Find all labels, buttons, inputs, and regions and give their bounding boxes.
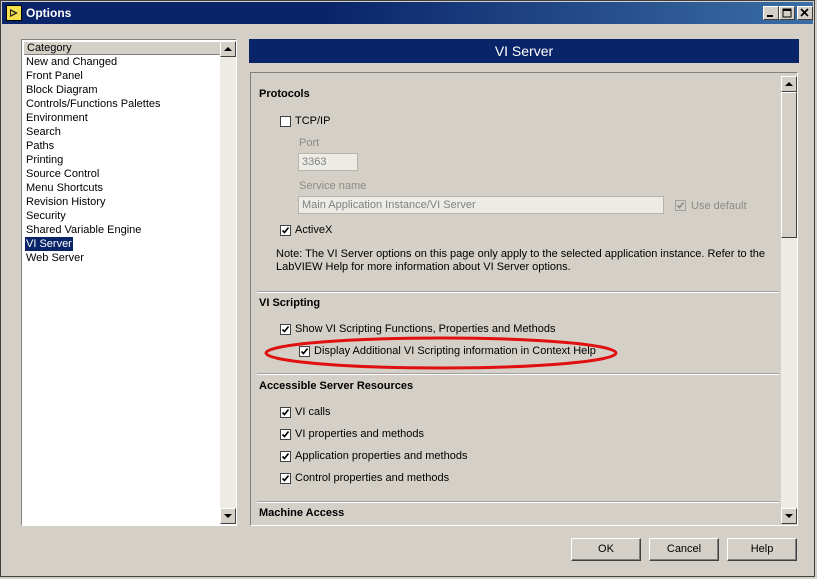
close-button[interactable] <box>797 6 813 20</box>
section-divider <box>257 373 779 375</box>
category-item-front-panel[interactable]: Front Panel <box>26 69 83 83</box>
vi-scripting-section-title: VI Scripting <box>259 297 321 309</box>
activex-label: ActiveX <box>295 224 333 236</box>
category-item-new-and-changed[interactable]: New and Changed <box>26 55 117 69</box>
options-window: Options Category New and Changed Front P… <box>0 0 815 577</box>
section-divider <box>257 291 779 293</box>
application-properties-label: Application properties and methods <box>295 450 468 462</box>
category-item-vi-server[interactable]: VI Server <box>25 237 73 251</box>
port-label: Port <box>299 137 320 149</box>
activex-checkbox[interactable] <box>280 225 291 236</box>
control-properties-label: Control properties and methods <box>295 472 450 484</box>
category-item-security[interactable]: Security <box>26 209 66 223</box>
category-item-printing[interactable]: Printing <box>26 153 63 167</box>
port-field[interactable]: 3363 <box>298 153 358 171</box>
settings-scrollbar[interactable] <box>781 76 797 524</box>
application-properties-checkbox[interactable] <box>280 451 291 462</box>
tcpip-checkbox[interactable] <box>280 116 291 127</box>
minimize-button[interactable] <box>763 6 779 20</box>
maximize-button[interactable] <box>779 6 795 20</box>
scroll-thumb[interactable] <box>781 92 797 238</box>
category-header: Category <box>24 42 221 55</box>
help-button[interactable]: Help <box>727 538 797 561</box>
display-scripting-info-label: Display Additional VI Scripting informat… <box>314 345 596 357</box>
scroll-up-button[interactable] <box>781 76 797 92</box>
use-default-label: Use default <box>691 200 747 212</box>
scroll-down-button[interactable] <box>781 508 797 524</box>
vi-server-note: Note: The VI Server options on this page… <box>276 248 765 273</box>
category-item-controls-functions-palettes[interactable]: Controls/Functions Palettes <box>26 97 161 111</box>
tcpip-label: TCP/IP <box>295 115 331 127</box>
category-item-web-server[interactable]: Web Server <box>26 251 84 265</box>
scroll-up-button[interactable] <box>220 41 236 57</box>
category-item-block-diagram[interactable]: Block Diagram <box>26 83 98 97</box>
category-item-paths[interactable]: Paths <box>26 139 54 153</box>
category-item-menu-shortcuts[interactable]: Menu Shortcuts <box>26 181 103 195</box>
category-item-environment[interactable]: Environment <box>26 111 88 125</box>
title-bar[interactable]: Options <box>2 2 813 24</box>
category-scrollbar[interactable] <box>220 41 236 524</box>
category-list[interactable]: Category New and Changed Front Panel Blo… <box>21 39 237 526</box>
cancel-button[interactable]: Cancel <box>649 538 719 561</box>
vi-calls-checkbox[interactable] <box>280 407 291 418</box>
show-vi-scripting-checkbox[interactable] <box>280 324 291 335</box>
settings-panel: Protocols TCP/IP Port 3363 Service name … <box>250 72 798 526</box>
page-title: VI Server <box>249 39 799 63</box>
vi-calls-label: VI calls <box>295 406 331 418</box>
category-item-source-control[interactable]: Source Control <box>26 167 99 181</box>
vi-properties-label: VI properties and methods <box>295 428 425 440</box>
labview-app-icon <box>6 5 22 21</box>
section-divider <box>257 501 779 503</box>
category-item-search[interactable]: Search <box>26 125 61 139</box>
category-item-shared-variable-engine[interactable]: Shared Variable Engine <box>26 223 141 237</box>
protocols-section-title: Protocols <box>259 88 310 100</box>
scroll-down-button[interactable] <box>220 508 236 524</box>
category-item-revision-history[interactable]: Revision History <box>26 195 105 209</box>
service-name-field[interactable]: Main Application Instance/VI Server <box>298 196 664 214</box>
use-default-checkbox[interactable] <box>675 200 686 211</box>
show-vi-scripting-label: Show VI Scripting Functions, Properties … <box>295 323 556 335</box>
vi-properties-checkbox[interactable] <box>280 429 291 440</box>
control-properties-checkbox[interactable] <box>280 473 291 484</box>
service-name-label: Service name <box>299 180 367 192</box>
accessible-resources-section-title: Accessible Server Resources <box>259 380 414 392</box>
machine-access-section-title: Machine Access <box>259 507 345 519</box>
display-scripting-info-checkbox[interactable] <box>299 346 310 357</box>
ok-button[interactable]: OK <box>571 538 641 561</box>
window-title: Options <box>26 6 72 20</box>
